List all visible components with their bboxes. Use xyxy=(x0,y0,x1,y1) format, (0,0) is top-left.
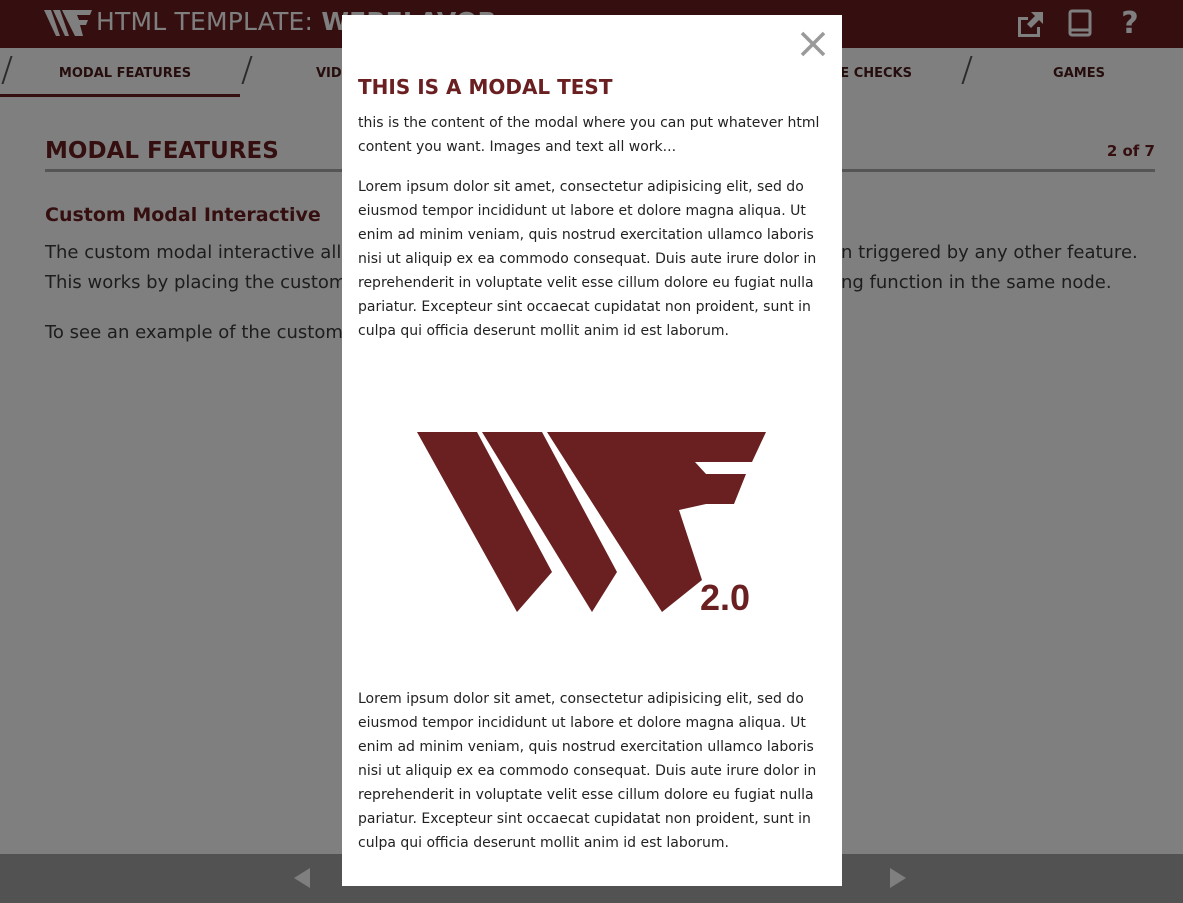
modal-paragraph-1: Lorem ipsum dolor sit amet, consectetur … xyxy=(358,179,817,339)
modal-dialog: THIS IS A MODAL TEST this is the content… xyxy=(342,15,842,886)
modal-intro: this is the content of the modal where y… xyxy=(358,115,820,155)
modal-close-button[interactable] xyxy=(796,27,830,61)
logo-version-label: 2.0 xyxy=(700,577,751,618)
modal-paragraph-2: Lorem ipsum dolor sit amet, consectetur … xyxy=(358,691,817,851)
modal-title: THIS IS A MODAL TEST xyxy=(358,75,613,99)
close-icon xyxy=(800,31,826,57)
